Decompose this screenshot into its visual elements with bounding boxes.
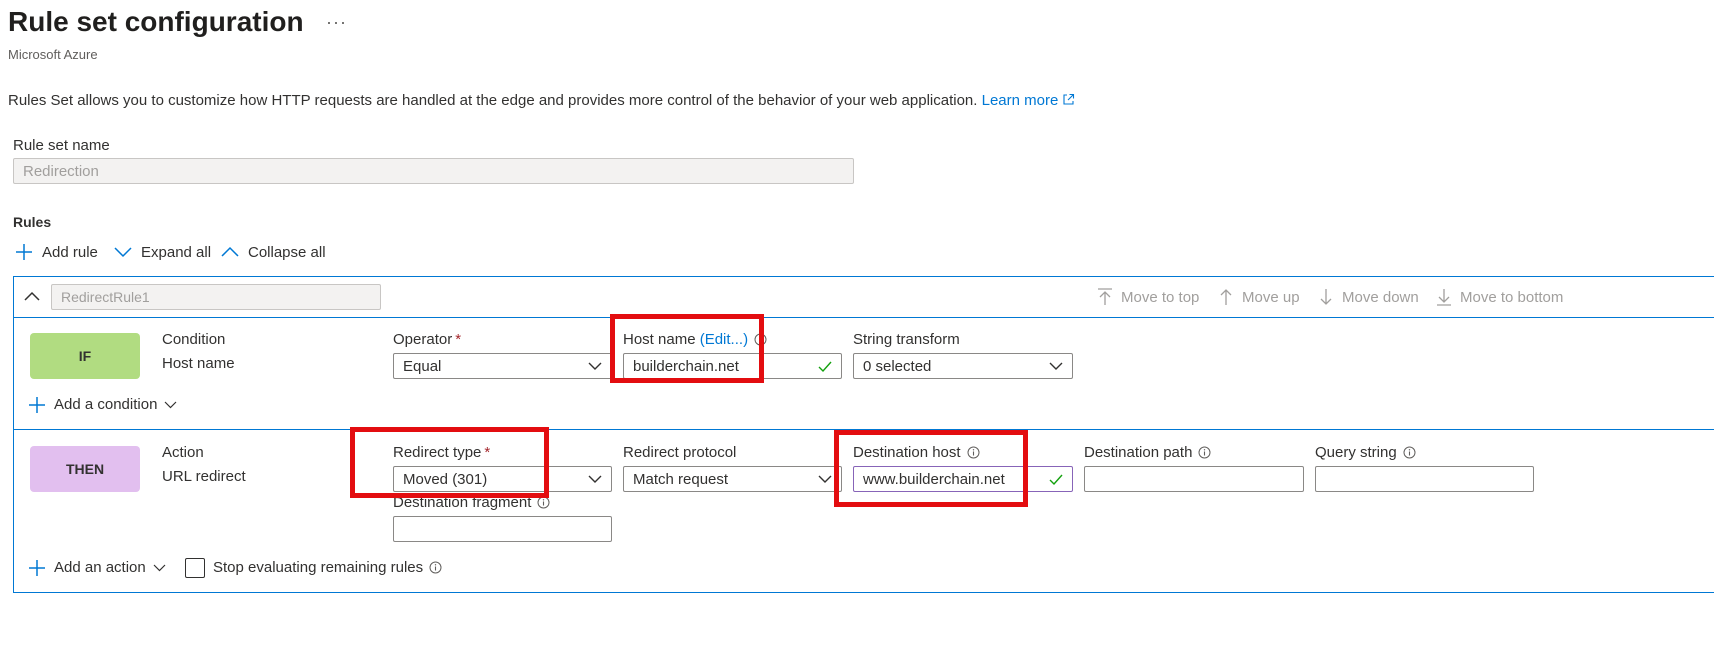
string-transform-dropdown[interactable]: 0 selected bbox=[853, 353, 1073, 379]
query-string-label: Query string bbox=[1315, 444, 1416, 461]
page-title: Rule set configuration bbox=[8, 6, 304, 37]
more-options-button[interactable]: ··· bbox=[326, 12, 347, 33]
info-icon bbox=[1198, 446, 1211, 459]
add-action-button[interactable]: Add an action bbox=[29, 559, 166, 576]
stop-evaluating-checkbox[interactable] bbox=[185, 558, 205, 578]
arrow-up-icon bbox=[1220, 289, 1232, 305]
description-text: Rules Set allows you to customize how HT… bbox=[8, 92, 978, 109]
rule-card bbox=[13, 276, 1714, 593]
move-to-top-button[interactable]: Move to top bbox=[1097, 288, 1199, 306]
rule-header-divider bbox=[14, 317, 1714, 318]
chevron-down-icon bbox=[164, 401, 177, 408]
rules-heading: Rules bbox=[13, 214, 52, 230]
host-name-label: Host name (Edit...) bbox=[623, 331, 767, 348]
description: Rules Set allows you to customize how HT… bbox=[8, 92, 1075, 109]
checkmark-icon bbox=[1049, 474, 1063, 485]
chevron-down-icon bbox=[588, 475, 602, 483]
chevron-down-icon bbox=[1049, 362, 1063, 370]
page-subtitle: Microsoft Azure bbox=[8, 47, 98, 62]
host-name-edit-link[interactable]: (Edit...) bbox=[700, 331, 748, 348]
operator-dropdown[interactable]: Equal bbox=[393, 353, 612, 379]
learn-more-link[interactable]: Learn more bbox=[982, 92, 1076, 109]
checkmark-icon bbox=[818, 361, 832, 372]
string-transform-label: String transform bbox=[853, 331, 960, 348]
rule-name-input: RedirectRule1 bbox=[51, 284, 381, 310]
chevron-up-icon bbox=[221, 246, 239, 257]
redirect-type-label: Redirect type * bbox=[393, 444, 491, 461]
plus-icon bbox=[29, 396, 45, 413]
info-icon bbox=[754, 333, 767, 346]
rule-set-name-label: Rule set name bbox=[13, 137, 110, 154]
chevron-down-icon bbox=[818, 475, 832, 483]
rule-set-name-input: Redirection bbox=[13, 158, 854, 184]
move-up-button[interactable]: Move up bbox=[1218, 288, 1300, 306]
destination-fragment-input[interactable] bbox=[393, 516, 612, 542]
info-icon bbox=[537, 496, 550, 509]
move-to-bottom-button[interactable]: Move to bottom bbox=[1436, 288, 1563, 306]
host-name-input[interactable]: builderchain.net bbox=[623, 353, 842, 379]
chevron-down-icon bbox=[153, 564, 166, 571]
if-badge: IF bbox=[30, 333, 140, 379]
chevron-down-icon bbox=[588, 362, 602, 370]
destination-path-label: Destination path bbox=[1084, 444, 1211, 461]
info-icon bbox=[429, 561, 442, 574]
add-rule-button[interactable]: Add rule bbox=[15, 243, 98, 261]
plus-icon bbox=[29, 559, 45, 576]
redirect-protocol-dropdown[interactable]: Match request bbox=[623, 466, 842, 492]
chevron-down-icon bbox=[114, 247, 132, 258]
then-badge: THEN bbox=[30, 446, 140, 492]
condition-title: Condition bbox=[162, 331, 226, 348]
condition-action-divider bbox=[14, 429, 1714, 430]
arrow-up-to-top-icon bbox=[1098, 288, 1112, 305]
action-title: Action bbox=[162, 444, 204, 461]
info-icon bbox=[1403, 446, 1416, 459]
stop-evaluating-label: Stop evaluating remaining rules bbox=[213, 559, 442, 576]
destination-host-label: Destination host bbox=[853, 444, 980, 461]
collapse-rule-icon[interactable] bbox=[24, 290, 40, 302]
action-type: URL redirect bbox=[162, 468, 246, 485]
destination-path-input[interactable] bbox=[1084, 466, 1304, 492]
plus-icon bbox=[16, 244, 32, 260]
operator-label: Operator * bbox=[393, 331, 462, 348]
query-string-input[interactable] bbox=[1315, 466, 1534, 492]
expand-all-button[interactable]: Expand all bbox=[114, 243, 211, 261]
move-down-button[interactable]: Move down bbox=[1318, 288, 1419, 306]
redirect-type-dropdown[interactable]: Moved (301) bbox=[393, 466, 612, 492]
condition-type: Host name bbox=[162, 355, 235, 372]
external-link-icon bbox=[1063, 93, 1075, 105]
destination-host-input[interactable]: www.builderchain.net bbox=[853, 466, 1073, 492]
arrow-down-icon bbox=[1320, 289, 1332, 305]
info-icon bbox=[967, 446, 980, 459]
collapse-all-button[interactable]: Collapse all bbox=[221, 243, 326, 261]
add-condition-button[interactable]: Add a condition bbox=[29, 396, 177, 413]
redirect-protocol-label: Redirect protocol bbox=[623, 444, 737, 461]
arrow-down-to-bottom-icon bbox=[1437, 289, 1451, 306]
destination-fragment-label: Destination fragment bbox=[393, 494, 550, 511]
